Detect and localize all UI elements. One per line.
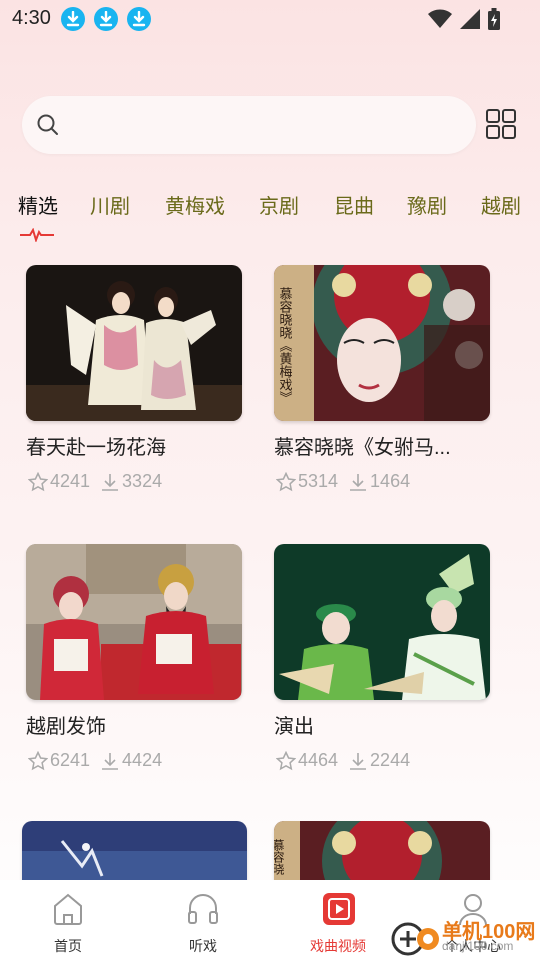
search-bar[interactable] — [22, 96, 476, 154]
video-stats: 6241 4424 — [28, 750, 172, 771]
tab-yue-opera[interactable]: 越剧 — [481, 190, 521, 219]
video-card[interactable] — [22, 821, 247, 881]
tab-sichuan-opera[interactable]: 川剧 — [90, 190, 130, 219]
video-stats: 4464 2244 — [276, 750, 420, 771]
video-card[interactable]: 越剧发饰 6241 4424 — [26, 544, 246, 784]
download-icon — [102, 473, 119, 491]
video-play-icon — [323, 893, 355, 925]
download-icon — [102, 752, 119, 770]
video-card[interactable]: 慕容晓晓《黄梅戏》 慕容晓晓《女驸马... 5314 1464 — [274, 265, 494, 505]
watermark-logo-icon — [391, 922, 439, 956]
video-thumbnail[interactable]: 慕容晓晓《黄梅戏》 — [274, 265, 490, 421]
star-icon — [28, 750, 48, 770]
poster-text: 慕容晓 — [274, 839, 285, 875]
like-count: 5314 — [298, 471, 339, 491]
star-icon — [28, 471, 48, 491]
active-tab-indicator — [20, 228, 54, 242]
watermark-url: danji100.com — [442, 939, 514, 953]
search-icon — [37, 114, 58, 135]
video-title: 慕容晓晓《女驸马... — [274, 437, 451, 459]
download-count: 1464 — [370, 471, 411, 491]
status-bar: 4:30 — [0, 0, 540, 38]
video-thumbnail[interactable] — [26, 544, 242, 700]
battery-icon — [488, 8, 500, 30]
video-card[interactable]: 演出 4464 2244 — [274, 544, 494, 784]
video-title: 演出 — [274, 716, 314, 738]
video-stats: 4241 3324 — [28, 471, 172, 492]
nav-home-label: 首页 — [54, 938, 82, 954]
video-title: 越剧发饰 — [26, 716, 106, 738]
download-notification-icon — [61, 7, 85, 31]
video-stats: 5314 1464 — [276, 471, 420, 492]
tab-featured[interactable]: 精选 — [18, 190, 58, 219]
video-card[interactable]: 春天赴一场花海 4241 3324 — [26, 265, 246, 505]
video-thumbnail[interactable] — [26, 265, 242, 421]
watermark: 单机100网 danji100.com — [390, 915, 540, 960]
grid-view-icon[interactable] — [485, 108, 517, 140]
tab-henan-opera[interactable]: 豫剧 — [407, 190, 447, 219]
download-icon — [350, 473, 367, 491]
poster-text: 慕容晓晓《黄梅戏》 — [277, 287, 293, 404]
video-thumbnail[interactable] — [22, 821, 247, 881]
like-count: 6241 — [50, 750, 91, 770]
tab-peking-opera[interactable]: 京剧 — [259, 190, 299, 219]
category-tabs: 精选 川剧 黄梅戏 京剧 昆曲 豫剧 越剧 — [0, 190, 540, 230]
nav-listen-label: 听戏 — [189, 938, 217, 954]
like-count: 4241 — [50, 471, 91, 491]
headphones-icon — [188, 894, 218, 924]
star-icon — [276, 750, 296, 770]
download-icon — [350, 752, 367, 770]
star-icon — [276, 471, 296, 491]
tab-huangmei-opera[interactable]: 黄梅戏 — [165, 190, 225, 219]
tab-kunqu[interactable]: 昆曲 — [334, 190, 374, 219]
wifi-icon — [428, 9, 452, 28]
video-thumbnail[interactable]: 慕容晓 — [274, 821, 490, 881]
search-input[interactable] — [66, 110, 456, 140]
download-notification-icon — [94, 7, 118, 31]
download-count: 3324 — [122, 471, 163, 491]
download-count: 4424 — [122, 750, 163, 770]
signal-icon — [460, 9, 480, 29]
video-card[interactable]: 慕容晓 — [274, 821, 494, 881]
status-time: 4:30 — [12, 7, 51, 29]
home-icon — [54, 893, 82, 925]
download-count: 2244 — [370, 750, 411, 770]
nav-opera-video-label: 戏曲视频 — [310, 938, 366, 954]
like-count: 4464 — [298, 750, 339, 770]
video-title: 春天赴一场花海 — [26, 437, 166, 459]
download-notification-icon — [127, 7, 151, 31]
video-thumbnail[interactable] — [274, 544, 490, 700]
